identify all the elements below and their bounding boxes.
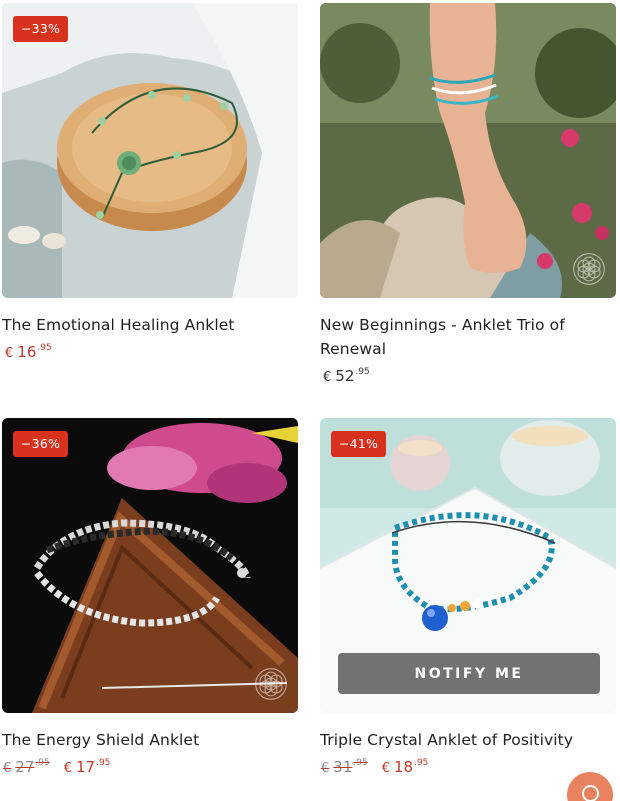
sale-price: €17.95 — [61, 758, 111, 776]
price-cents: .95 — [414, 758, 429, 768]
original-price: €31.95 — [320, 758, 368, 776]
currency-symbol: € — [63, 761, 72, 776]
notify-me-button[interactable]: NOTIFY ME — [338, 653, 600, 694]
seed-of-life-icon — [255, 668, 287, 700]
product-title[interactable]: New Beginnings - Anklet Trio of Renewal — [320, 313, 616, 361]
product-card: −36% The Energy Shield Anklet €27.95 € 1… — [2, 418, 298, 776]
product-title[interactable]: Triple Crystal Anklet of Positivity — [320, 728, 616, 752]
price-cents: .95 — [35, 758, 50, 768]
product-image[interactable]: −33% — [2, 3, 298, 298]
price-row: €16.95 — [2, 343, 298, 361]
price-row: €31.95 €18.95 — [320, 758, 616, 776]
product-photo — [2, 3, 298, 298]
price-whole: 31 — [333, 758, 353, 776]
product-card: New Beginnings - Anklet Trio of Renewal … — [320, 3, 616, 385]
currency-symbol: € — [3, 761, 12, 776]
price-whole: 52 — [335, 367, 355, 385]
price-row: €52.95 — [320, 367, 616, 385]
currency-symbol: € — [381, 761, 390, 776]
price-cents: .95 — [355, 367, 370, 377]
seed-of-life-icon — [573, 253, 605, 285]
original-price: €27.95 — [2, 758, 50, 776]
product-grid: −33% The Emotional Healing Anklet €16.95 — [0, 0, 620, 801]
sale-price: €18.95 — [379, 758, 429, 776]
price-whole: 18 — [393, 758, 414, 776]
product-card: −33% The Emotional Healing Anklet €16.95 — [2, 3, 298, 361]
price-cents: .95 — [37, 343, 52, 353]
discount-badge: −36% — [13, 431, 69, 457]
currency-symbol: € — [323, 370, 332, 385]
discount-badge: −33% — [13, 16, 69, 42]
price-row: €27.95 €17.95 — [2, 758, 298, 776]
chat-bubble-icon — [581, 785, 599, 801]
product-card: −41% NOTIFY ME Triple Crystal Anklet of … — [320, 418, 616, 776]
price-whole: 17 — [75, 758, 96, 776]
price-cents: .95 — [353, 758, 368, 768]
currency-symbol: € — [321, 761, 330, 776]
regular-price: €52.95 — [320, 367, 370, 385]
price-cents: .95 — [96, 758, 111, 768]
product-title[interactable]: The Energy Shield Anklet — [2, 728, 298, 752]
discount-badge: −41% — [331, 431, 387, 457]
sale-price: €16.95 — [2, 343, 52, 361]
product-image[interactable] — [320, 3, 616, 298]
product-title[interactable]: The Emotional Healing Anklet — [2, 313, 298, 337]
currency-symbol: € — [5, 346, 14, 361]
price-whole: 27 — [15, 758, 35, 776]
product-image[interactable]: −36% — [2, 418, 298, 713]
product-image[interactable]: −41% NOTIFY ME — [320, 418, 616, 713]
price-whole: 16 — [17, 343, 37, 361]
